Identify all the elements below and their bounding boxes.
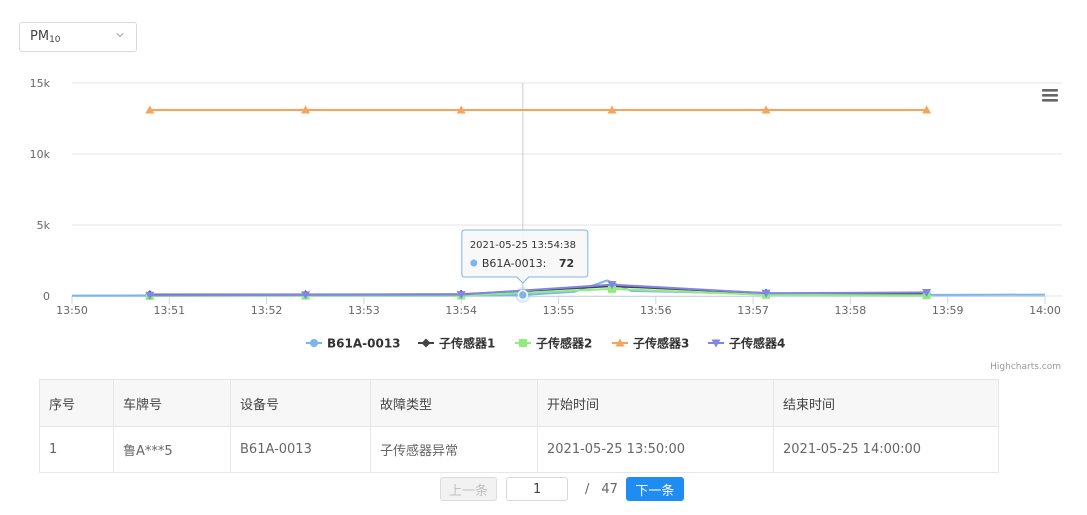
x-tick-label: 13:57 bbox=[737, 304, 769, 317]
tooltip-series-dot bbox=[470, 259, 478, 267]
legend-label: 子传感器4 bbox=[729, 336, 785, 351]
x-tick-label: 13:52 bbox=[251, 304, 283, 317]
x-tick-label: 13:56 bbox=[640, 304, 672, 317]
legend-item-1[interactable]: B61A-0013 bbox=[306, 337, 401, 351]
col-header-fault-type: 故障类型 bbox=[370, 379, 538, 427]
chevron-down-icon bbox=[116, 33, 124, 38]
col-header-index: 序号 bbox=[39, 379, 114, 427]
legend-label: 子传感器2 bbox=[536, 336, 592, 351]
menu-icon[interactable] bbox=[1042, 89, 1058, 102]
x-tick-label: 13:59 bbox=[932, 304, 964, 317]
cell-index: 1 bbox=[39, 426, 114, 473]
menu-bar bbox=[1042, 94, 1058, 97]
menu-bar bbox=[1042, 89, 1058, 92]
y-tick-label: 0 bbox=[43, 290, 50, 303]
legend-marker bbox=[519, 339, 527, 347]
cell-end-time: 2021-05-25 14:00:00 bbox=[773, 426, 999, 473]
cell-fault-type: 子传感器异常 bbox=[370, 426, 538, 473]
x-tick-label: 13:58 bbox=[835, 304, 867, 317]
tooltip-value: 72 bbox=[559, 257, 574, 270]
x-tick-label: 13:53 bbox=[348, 304, 380, 317]
page-number-input[interactable] bbox=[506, 477, 568, 501]
col-header-start-time: 开始时间 bbox=[537, 379, 774, 427]
credits-text: Highcharts.com bbox=[990, 362, 1061, 372]
pm10-line-chart: 0 5k 10k 15k 13:50 13:51 13:52 13:53 13:54 13:55 1… bbox=[30, 77, 1062, 372]
legend-item-5[interactable]: 子传感器4 bbox=[708, 336, 785, 351]
legend-label: B61A-0013 bbox=[327, 337, 401, 351]
col-header-plate: 车牌号 bbox=[113, 379, 231, 427]
tooltip-time: 2021-05-25 13:54:38 bbox=[470, 240, 576, 251]
cell-device: B61A-0013 bbox=[230, 426, 371, 473]
x-tick-label: 13:51 bbox=[153, 304, 185, 317]
cell-plate: 鲁A***5 bbox=[113, 426, 231, 473]
y-tick-label: 5k bbox=[37, 219, 51, 232]
legend-item-4[interactable]: 子传感器3 bbox=[612, 336, 689, 351]
legend-item-3[interactable]: 子传感器2 bbox=[515, 336, 592, 351]
cell-start-time: 2021-05-25 13:50:00 bbox=[537, 426, 774, 473]
page-separator: / bbox=[585, 481, 590, 497]
page-total: 47 bbox=[601, 481, 618, 497]
col-header-device: 设备号 bbox=[230, 379, 371, 427]
tooltip: 2021-05-25 13:54:38 B61A-0013: 72 bbox=[461, 229, 589, 284]
col-header-end-time: 结束时间 bbox=[773, 379, 999, 427]
menu-bar bbox=[1042, 99, 1058, 102]
legend-label: 子传感器3 bbox=[633, 336, 689, 351]
next-button[interactable]: 下一条 bbox=[625, 477, 684, 501]
fault-table: 序号 车牌号 设备号 故障类型 开始时间 结束时间 1 鲁A***5 B61A-… bbox=[39, 379, 999, 473]
legend-marker bbox=[310, 339, 318, 347]
y-tick-label: 10k bbox=[30, 148, 51, 161]
x-tick-label: 13:55 bbox=[543, 304, 575, 317]
pollutant-select[interactable]: PM10 bbox=[19, 22, 137, 52]
legend-item-2[interactable]: 子传感器1 bbox=[418, 336, 495, 351]
prev-button[interactable]: 上一条 bbox=[440, 477, 497, 501]
legend-label: 子传感器1 bbox=[439, 336, 495, 351]
x-tick-label: 14:00 bbox=[1029, 304, 1061, 317]
legend-marker bbox=[421, 338, 431, 348]
x-tick-label: 13:50 bbox=[56, 304, 88, 317]
x-tick-label: 13:54 bbox=[445, 304, 477, 317]
table-header-row: 序号 车牌号 设备号 故障类型 开始时间 结束时间 bbox=[39, 379, 999, 427]
table-row: 1 鲁A***5 B61A-0013 子传感器异常 2021-05-25 13:… bbox=[39, 426, 999, 473]
y-tick-label: 15k bbox=[30, 77, 51, 90]
hover-point bbox=[517, 289, 529, 301]
pagination: 上一条 / 47 下一条 bbox=[440, 477, 684, 501]
tooltip-series-name: B61A-0013: bbox=[482, 257, 547, 270]
pollutant-select-value: PM10 bbox=[30, 29, 61, 45]
legend: B61A-0013 子传感器1 子传感器2 子传感器3 子传感器4 bbox=[306, 336, 785, 351]
series-4 bbox=[145, 105, 932, 114]
